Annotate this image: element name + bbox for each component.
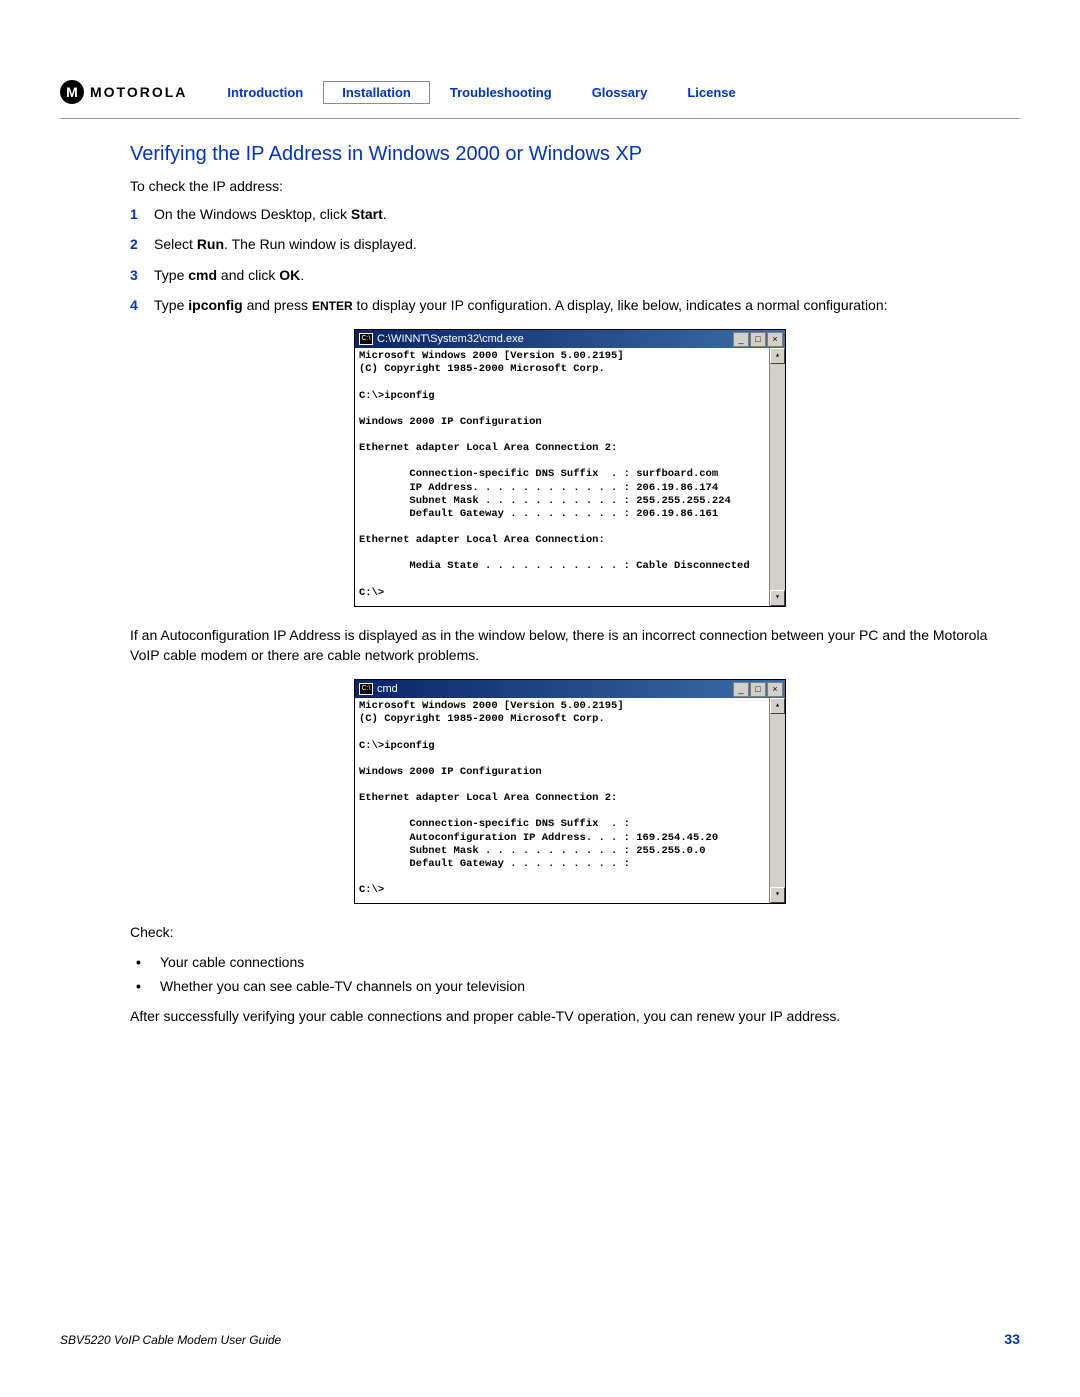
check-label: Check: (130, 922, 1010, 942)
maximize-button[interactable]: □ (750, 332, 766, 347)
nav-license[interactable]: License (667, 81, 755, 104)
scroll-down-icon[interactable]: ▾ (770, 590, 785, 606)
step-text: On the Windows Desktop, click Start. (154, 204, 1010, 224)
step-number: 3 (130, 265, 154, 285)
header-divider (60, 118, 1020, 119)
text-fragment: and press (243, 297, 312, 313)
autoconfig-paragraph: If an Autoconfiguration IP Address is di… (130, 625, 1010, 666)
text-fragment: On the Windows Desktop, click (154, 206, 351, 222)
motorola-logo: M MOTOROLA (60, 80, 187, 104)
cmd-window-normal: C:\ C:\WINNT\System32\cmd.exe _ □ × Micr… (354, 329, 786, 606)
text-fragment: to display your IP configuration. A disp… (353, 297, 888, 313)
scrollbar[interactable]: ▴ ▾ (769, 698, 785, 903)
page-footer: SBV5220 VoIP Cable Modem User Guide 33 (60, 1331, 1020, 1347)
section-title: Verifying the IP Address in Windows 2000… (130, 143, 1010, 166)
bold-text: ipconfig (188, 297, 242, 313)
scrollbar[interactable]: ▴ ▾ (769, 348, 785, 605)
step-1: 1 On the Windows Desktop, click Start. (130, 204, 1010, 224)
nav-installation[interactable]: Installation (323, 81, 430, 104)
close-button[interactable]: × (767, 682, 783, 697)
window-buttons: _ □ × (733, 682, 783, 697)
footer-page-number: 33 (1004, 1331, 1020, 1347)
nav-introduction[interactable]: Introduction (227, 81, 323, 104)
cmd-output: Microsoft Windows 2000 [Version 5.00.219… (355, 698, 769, 903)
scroll-up-icon[interactable]: ▴ (770, 348, 785, 364)
maximize-button[interactable]: □ (750, 682, 766, 697)
cmd-output: Microsoft Windows 2000 [Version 5.00.219… (355, 348, 769, 605)
text-fragment: Type (154, 297, 188, 313)
text-fragment: and click (217, 267, 279, 283)
step-text: Type ipconfig and press ENTER to display… (154, 295, 1010, 315)
nav-links: Introduction Installation Troubleshootin… (227, 81, 755, 104)
steps-list: 1 On the Windows Desktop, click Start. 2… (130, 204, 1010, 315)
step-number: 4 (130, 295, 154, 315)
cmd-title-text: C:\WINNT\System32\cmd.exe (377, 333, 524, 345)
window-buttons: _ □ × (733, 332, 783, 347)
main-content: Verifying the IP Address in Windows 2000… (130, 143, 1010, 1027)
list-item: Whether you can see cable-TV channels on… (130, 978, 1010, 994)
cmd-icon: C:\ (359, 333, 373, 345)
page-header: M MOTOROLA Introduction Installation Tro… (60, 80, 1020, 104)
scroll-down-icon[interactable]: ▾ (770, 887, 785, 903)
list-item-text: Whether you can see cable-TV channels on… (160, 978, 525, 994)
step-4: 4 Type ipconfig and press ENTER to displ… (130, 295, 1010, 315)
closing-paragraph: After successfully verifying your cable … (130, 1006, 1010, 1026)
key-label: ENTER (312, 299, 353, 313)
close-button[interactable]: × (767, 332, 783, 347)
check-list: Your cable connections Whether you can s… (130, 954, 1010, 994)
nav-troubleshooting[interactable]: Troubleshooting (430, 81, 572, 104)
scroll-up-icon[interactable]: ▴ (770, 698, 785, 714)
bold-text: Run (197, 236, 224, 252)
list-item-text: Your cable connections (160, 954, 304, 970)
step-3: 3 Type cmd and click OK. (130, 265, 1010, 285)
cmd-titlebar: C:\ C:\WINNT\System32\cmd.exe _ □ × (355, 330, 785, 348)
step-text: Select Run. The Run window is displayed. (154, 234, 1010, 254)
text-fragment: . The Run window is displayed. (224, 236, 417, 252)
step-2: 2 Select Run. The Run window is displaye… (130, 234, 1010, 254)
cmd-window-autoconfig: C:\ cmd _ □ × Microsoft Windows 2000 [Ve… (354, 679, 786, 904)
text-fragment: Type (154, 267, 188, 283)
motorola-logo-text: MOTOROLA (90, 84, 187, 100)
minimize-button[interactable]: _ (733, 332, 749, 347)
motorola-logo-icon: M (60, 80, 84, 104)
minimize-button[interactable]: _ (733, 682, 749, 697)
text-fragment: . (300, 267, 304, 283)
bold-text: cmd (188, 267, 217, 283)
intro-text: To check the IP address: (130, 178, 1010, 194)
step-number: 1 (130, 204, 154, 224)
text-fragment: Select (154, 236, 197, 252)
cmd-title-text: cmd (377, 683, 398, 695)
bold-text: Start (351, 206, 383, 222)
step-number: 2 (130, 234, 154, 254)
nav-glossary[interactable]: Glossary (572, 81, 668, 104)
bold-text: OK (279, 267, 300, 283)
footer-doc-title: SBV5220 VoIP Cable Modem User Guide (60, 1333, 281, 1347)
step-text: Type cmd and click OK. (154, 265, 1010, 285)
text-fragment: . (383, 206, 387, 222)
cmd-icon: C:\ (359, 683, 373, 695)
list-item: Your cable connections (130, 954, 1010, 970)
cmd-titlebar: C:\ cmd _ □ × (355, 680, 785, 698)
